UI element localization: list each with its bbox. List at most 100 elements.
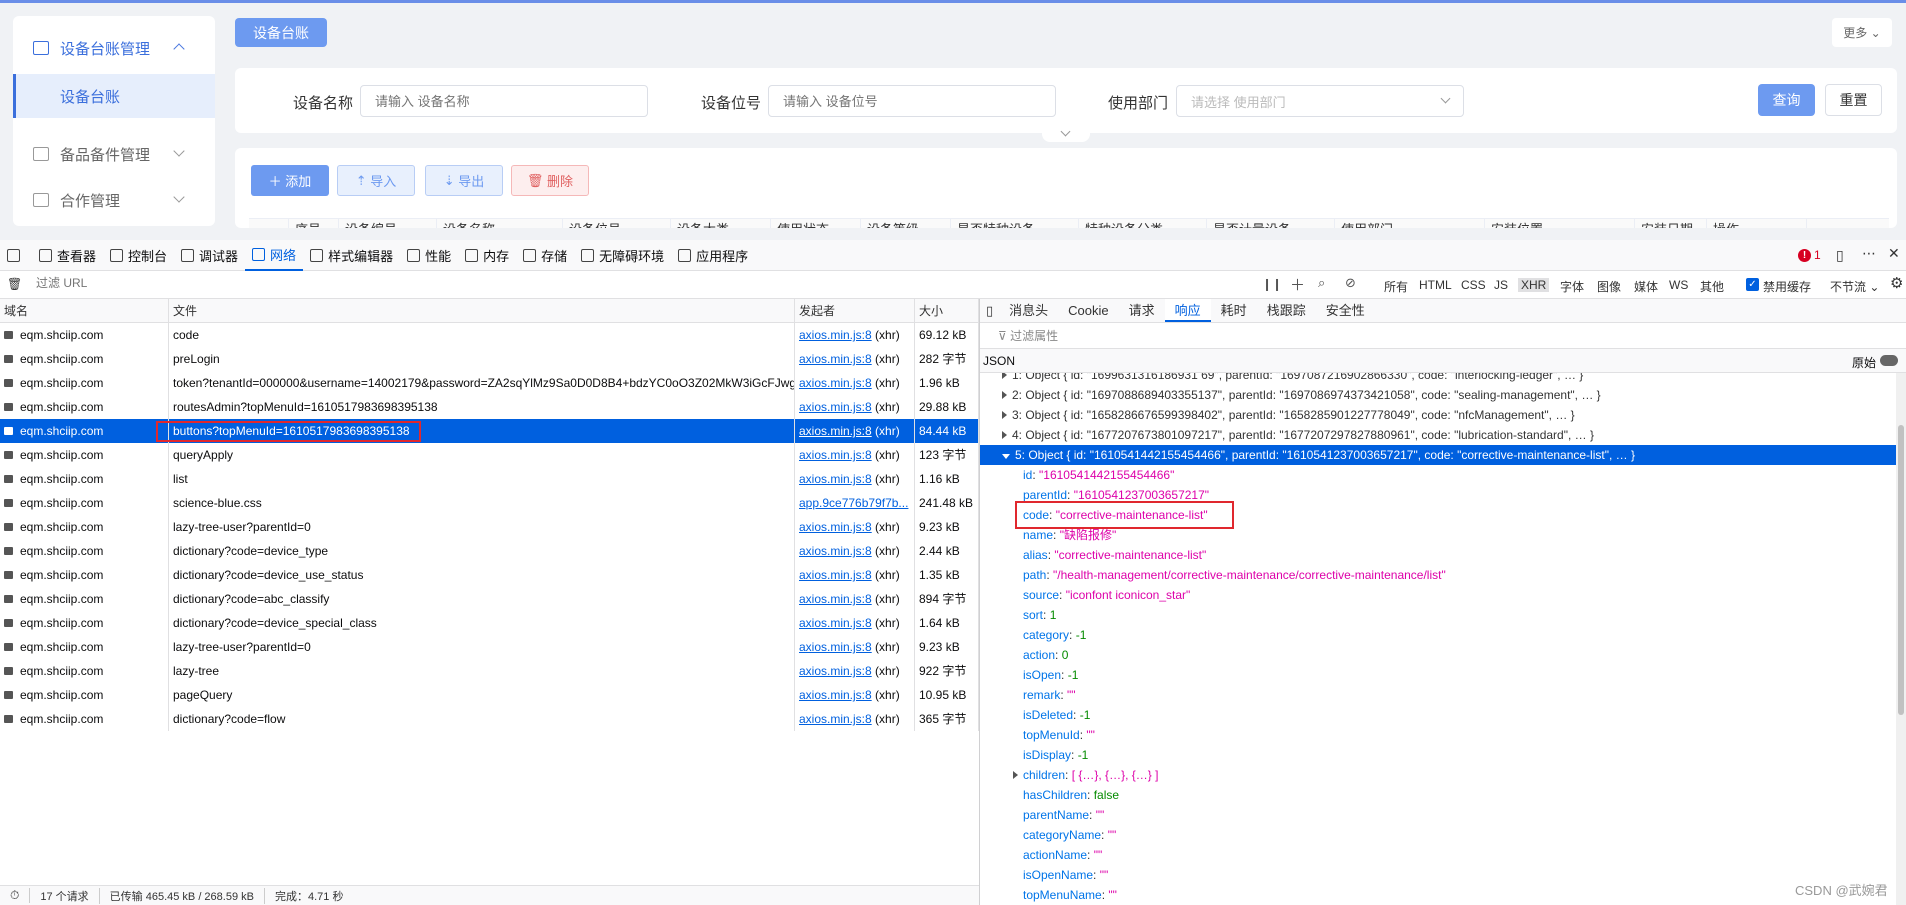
gear-icon[interactable]: ⚙: [1890, 274, 1903, 292]
tab-inspector[interactable]: 查看器: [32, 240, 103, 271]
dock-icon[interactable]: ▯: [1836, 247, 1844, 264]
device-name-input[interactable]: [360, 85, 648, 117]
pause-icon[interactable]: ❙❙: [1262, 277, 1282, 291]
request-row[interactable]: eqm.shciip.com dictionary?code=device_use…: [0, 563, 979, 587]
tab-accessibility[interactable]: 无障碍环境: [574, 240, 671, 271]
request-row[interactable]: eqm.shciip.com token?tenantId=000000&user…: [0, 371, 979, 395]
filter-type-js[interactable]: JS: [1494, 278, 1508, 292]
tab-stack-trace[interactable]: 栈跟踪: [1257, 299, 1316, 322]
tab-device-ledger[interactable]: 设备台账: [235, 18, 327, 47]
collapse-toggle[interactable]: [1042, 126, 1090, 142]
json-object-row[interactable]: 2: Object { id: "1697088689403355137", p…: [980, 385, 1896, 405]
tab-timings[interactable]: 耗时: [1211, 299, 1257, 322]
initiator-link[interactable]: axios.min.js:8: [799, 400, 872, 414]
tab-application[interactable]: 应用程序: [671, 240, 755, 271]
request-row[interactable]: eqm.shciip.com pageQuery axios.min.js:8 (x…: [0, 683, 979, 707]
tab-network[interactable]: 网络: [245, 240, 304, 271]
more-button[interactable]: 更多 ⌄: [1832, 18, 1892, 47]
initiator-link[interactable]: axios.min.js:8: [799, 712, 872, 726]
initiator-link[interactable]: axios.min.js:8: [799, 688, 872, 702]
expand-arrow-icon[interactable]: [1002, 411, 1007, 419]
tab-storage[interactable]: 存储: [516, 240, 574, 271]
scrollbar-thumb[interactable]: [1898, 425, 1904, 715]
filter-type-css[interactable]: CSS: [1461, 278, 1486, 292]
initiator-link[interactable]: axios.min.js:8: [799, 568, 872, 582]
column-file[interactable]: 文件: [169, 299, 795, 322]
request-row[interactable]: eqm.shciip.com list axios.min.js:8 (xhr) 1.…: [0, 467, 979, 491]
expand-arrow-icon[interactable]: [1013, 771, 1018, 779]
close-icon[interactable]: ✕: [1888, 245, 1900, 262]
initiator-link[interactable]: axios.min.js:8: [799, 352, 872, 366]
tab-request[interactable]: 请求: [1119, 299, 1165, 322]
filter-type-all[interactable]: 所有: [1384, 278, 1408, 295]
filter-type-ws[interactable]: WS: [1669, 278, 1688, 292]
tab-response[interactable]: 响应: [1164, 299, 1211, 322]
json-object-row[interactable]: 3: Object { id: "1658286676599398402", p…: [980, 405, 1896, 425]
json-object-row[interactable]: 5: Object { id: "1610541442155454466", p…: [980, 445, 1896, 465]
sidebar-item-device-ledger-management[interactable]: 设备台账管理: [13, 26, 215, 70]
request-row[interactable]: eqm.shciip.com buttons?topMenuId=16105179…: [0, 419, 979, 443]
filter-type-fonts[interactable]: 字体: [1560, 278, 1584, 295]
tab-headers[interactable]: 消息头: [999, 299, 1058, 322]
search-icon[interactable]: ⌕: [1318, 275, 1325, 291]
export-button[interactable]: ⇣ 导出: [425, 165, 503, 196]
error-badge[interactable]: ! 1: [1798, 248, 1821, 262]
expand-arrow-icon[interactable]: [1002, 373, 1007, 379]
json-property-children[interactable]: children: [ {…}, {…}, {…} ]: [980, 765, 1896, 785]
filter-type-images[interactable]: 图像: [1597, 278, 1621, 295]
request-row[interactable]: eqm.shciip.com code axios.min.js:8 (xhr) 69…: [0, 323, 979, 347]
tab-memory[interactable]: 内存: [458, 240, 516, 271]
request-row[interactable]: eqm.shciip.com lazy-tree axios.min.js:8 (x…: [0, 659, 979, 683]
request-row[interactable]: eqm.shciip.com routesAdmin?topMenuId=1610…: [0, 395, 979, 419]
initiator-link[interactable]: axios.min.js:8: [799, 448, 872, 462]
initiator-link[interactable]: axios.min.js:8: [799, 592, 872, 606]
initiator-link[interactable]: axios.min.js:8: [799, 472, 872, 486]
block-icon[interactable]: ⊘: [1345, 275, 1356, 291]
expand-arrow-icon[interactable]: [1002, 391, 1007, 399]
initiator-link[interactable]: axios.min.js:8: [799, 616, 872, 630]
json-object-row[interactable]: 1: Object { id: "1699631316186931 69", p…: [980, 373, 1896, 385]
request-row[interactable]: eqm.shciip.com preLogin axios.min.js:8 (xh…: [0, 347, 979, 371]
more-menu-icon[interactable]: ⋯: [1862, 245, 1876, 262]
request-row[interactable]: eqm.shciip.com dictionary?code=abc_classi…: [0, 587, 979, 611]
request-row[interactable]: eqm.shciip.com queryApply axios.min.js:8 (…: [0, 443, 979, 467]
initiator-link[interactable]: axios.min.js:8: [799, 376, 872, 390]
url-filter-input[interactable]: [36, 276, 336, 290]
column-domain[interactable]: 域名: [0, 299, 169, 322]
request-row[interactable]: eqm.shciip.com science-blue.css app.9ce776…: [0, 491, 979, 515]
trash-icon[interactable]: 🗑: [7, 277, 22, 291]
tab-style-editor[interactable]: 样式编辑器: [303, 240, 400, 271]
sidebar-item-spare-parts[interactable]: 备品备件管理: [13, 132, 215, 176]
dept-select[interactable]: 请选择 使用部门: [1176, 85, 1464, 117]
filter-type-media[interactable]: 媒体: [1634, 278, 1658, 295]
tab-console[interactable]: 控制台: [103, 240, 174, 271]
request-row[interactable]: eqm.shciip.com lazy-tree-user?parentId=0 a…: [0, 515, 979, 539]
reset-button[interactable]: 重置: [1825, 84, 1882, 116]
filter-type-html[interactable]: HTML: [1419, 278, 1452, 292]
delete-button[interactable]: 🗑 删除: [511, 165, 589, 196]
sidebar-item-device-ledger[interactable]: 设备台账: [13, 74, 215, 118]
column-initiator[interactable]: 发起者: [795, 299, 915, 322]
request-row[interactable]: eqm.shciip.com dictionary?code=device_typ…: [0, 539, 979, 563]
initiator-link[interactable]: app.9ce776b79f7b...: [799, 496, 908, 510]
raw-toggle[interactable]: [1880, 355, 1898, 366]
expand-arrow-icon[interactable]: [1002, 431, 1007, 439]
import-button[interactable]: ⇡ 导入: [337, 165, 415, 196]
device-position-input[interactable]: [768, 85, 1056, 117]
tab-performance[interactable]: 性能: [400, 240, 458, 271]
json-object-row[interactable]: 4: Object { id: "1677207673801097217", p…: [980, 425, 1896, 445]
query-button[interactable]: 查询: [1758, 84, 1815, 116]
plus-icon[interactable]: ＋: [1290, 274, 1305, 295]
json-section-label[interactable]: JSON: [983, 354, 1015, 368]
property-filter[interactable]: ⊽ 过滤属性: [980, 323, 1906, 349]
request-row[interactable]: eqm.shciip.com dictionary?code=flow axios.…: [0, 707, 979, 731]
throttle-select[interactable]: 不节流 ⌄: [1830, 278, 1879, 295]
initiator-link[interactable]: axios.min.js:8: [799, 544, 872, 558]
add-button[interactable]: ＋ 添加: [251, 165, 329, 196]
initiator-link[interactable]: axios.min.js:8: [799, 664, 872, 678]
filter-type-xhr[interactable]: XHR: [1518, 278, 1550, 292]
initiator-link[interactable]: axios.min.js:8: [799, 328, 872, 342]
initiator-link[interactable]: axios.min.js:8: [799, 640, 872, 654]
tab-debugger[interactable]: 调试器: [174, 240, 245, 271]
sidebar-item-cooperation[interactable]: 合作管理: [13, 178, 215, 222]
